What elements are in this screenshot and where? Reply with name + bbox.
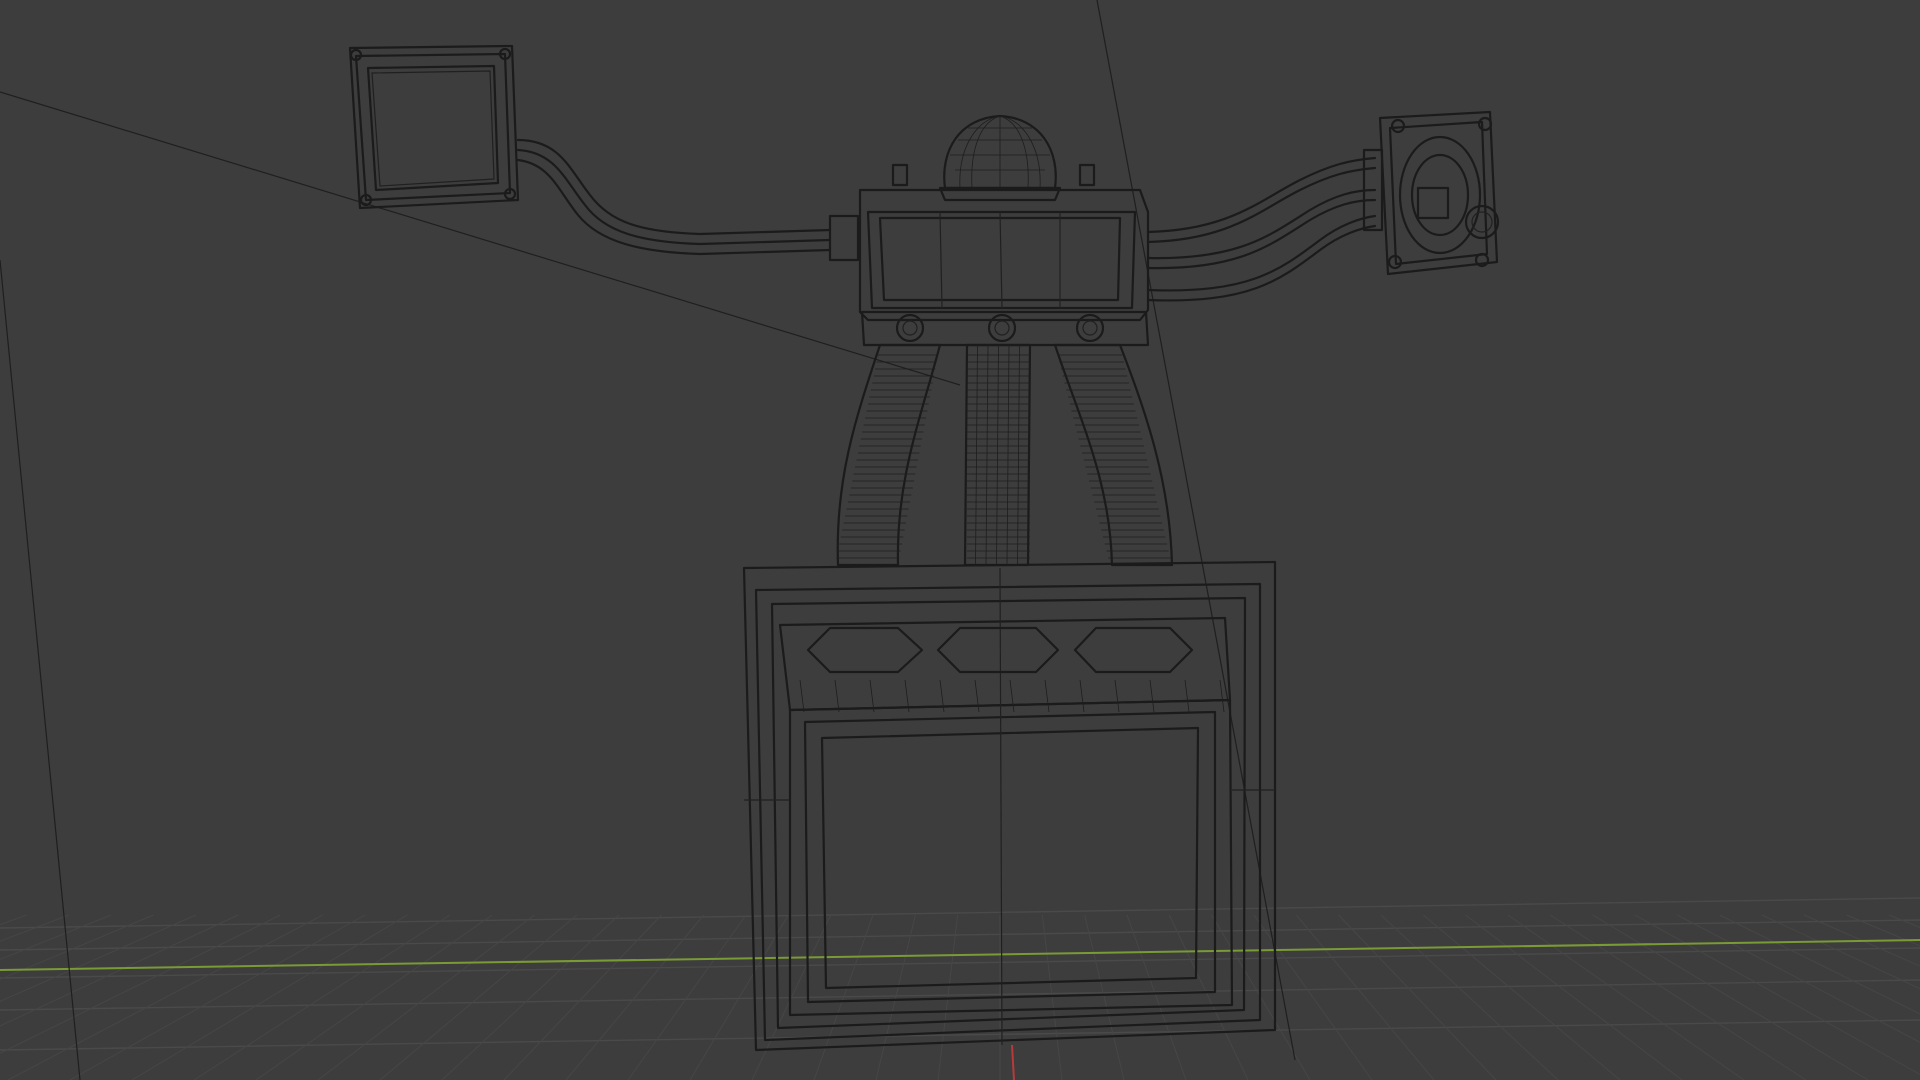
grid-line: [1168, 914, 1249, 1080]
right-hoses: [1146, 156, 1377, 302]
grid-line: [1592, 914, 1869, 1080]
guide-line-left: [0, 91, 961, 386]
grid-line: [379, 914, 578, 1080]
3d-viewport[interactable]: [0, 0, 1920, 1080]
grid-line: [1006, 344, 1010, 566]
grid-line: [0, 914, 239, 1027]
grid-line: [1114, 679, 1120, 713]
guide-line-edge: [0, 259, 81, 1080]
pump-block[interactable]: [858, 163, 1150, 347]
grid-line: [0, 897, 1920, 929]
x-axis-line: [0, 939, 1920, 971]
grid-line: [1295, 914, 1435, 1080]
grid-line: [1465, 914, 1683, 1080]
fan-unit[interactable]: [1362, 110, 1500, 276]
grid-line: [1184, 679, 1190, 713]
grid-line: [1219, 679, 1225, 713]
grid-line: [974, 679, 980, 713]
grid-line: [1549, 914, 1807, 1080]
grid-line: [255, 914, 493, 1080]
grid-line: [7, 914, 324, 1080]
main-hoses: [836, 343, 1174, 567]
grid-line: [0, 1019, 1920, 1051]
grid-line: [0, 914, 69, 942]
grid-line: [834, 679, 840, 713]
grid-line: [985, 344, 989, 566]
grid-line: [975, 344, 978, 566]
grid-line: [1041, 914, 1063, 1080]
grid-line: [875, 914, 916, 1080]
radiator-small[interactable]: [348, 44, 520, 210]
y-axis-line: [1011, 1044, 1015, 1080]
grid-line: [131, 914, 408, 1080]
grid-line: [1009, 679, 1015, 713]
hose-mesh: [836, 344, 1171, 566]
grid-line: [996, 344, 999, 566]
grid-line: [1044, 679, 1050, 713]
grid-line: [0, 947, 1920, 979]
grid-line: [193, 914, 451, 1080]
plate-mesh: [799, 679, 1225, 713]
grid-line: [1507, 914, 1745, 1080]
grid-line: [1079, 679, 1085, 713]
grid-line: [1017, 344, 1020, 566]
grid-line: [0, 914, 154, 980]
grid-line: [1126, 914, 1187, 1080]
radiator-large[interactable]: [742, 560, 1277, 1052]
floor-grid: [0, 897, 1920, 1080]
grid-line: [1338, 914, 1497, 1080]
grid-line: [1149, 679, 1155, 713]
grid-line: [317, 914, 535, 1080]
grid-line: [799, 679, 805, 713]
grid-line: [1380, 914, 1559, 1080]
grid-line: [1422, 914, 1621, 1080]
grid-line: [1253, 914, 1373, 1080]
grid-line: [441, 914, 620, 1080]
grid-line: [1084, 914, 1125, 1080]
grid-line: [503, 914, 662, 1080]
left-hoses: [516, 138, 860, 262]
pump-dome: [938, 114, 1062, 202]
